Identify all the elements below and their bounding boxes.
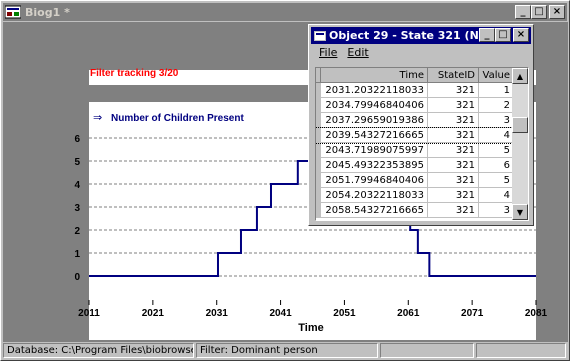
menu-edit-label: Edit <box>347 46 369 59</box>
scroll-up-icon[interactable]: ▲ <box>512 68 528 84</box>
close-button[interactable]: × <box>549 5 565 19</box>
object-close-button[interactable]: × <box>513 28 529 42</box>
cell-time[interactable]: 2054.20322118033 <box>320 187 428 203</box>
cell-stateid[interactable]: 321 <box>427 127 479 143</box>
series-title: Number of Children Present <box>111 113 244 124</box>
x-tick-label: 2021 <box>142 308 165 319</box>
x-tick-label: 2061 <box>397 308 420 319</box>
y-axis-ticks: 0 1 2 3 4 5 6 <box>74 134 80 283</box>
cell-time[interactable]: 2031.20322118033 <box>320 82 428 98</box>
object-minimize-button[interactable]: _ <box>479 28 495 42</box>
object-window-icon <box>314 30 326 41</box>
table-row[interactable]: 2037.29659019386 321 3 <box>316 112 514 128</box>
y-tick-label: 2 <box>74 226 80 237</box>
table-row[interactable]: 2054.20322118033 321 4 <box>316 187 514 203</box>
object-menubar: File Edit <box>311 46 369 62</box>
table-row[interactable]: 2039.54327216665 321 4 <box>316 126 515 144</box>
status-database: Database: C:\Program Files\biobrowse\ <box>3 343 194 358</box>
column-header-stateid[interactable]: StateID <box>427 68 479 83</box>
close-icon: × <box>516 29 526 40</box>
cell-value[interactable]: 4 <box>478 187 514 203</box>
cell-time[interactable]: 2037.29659019386 <box>320 112 428 128</box>
cell-value[interactable]: 3 <box>478 112 514 128</box>
cell-stateid[interactable]: 321 <box>427 202 479 218</box>
cell-stateid[interactable]: 321 <box>427 172 479 188</box>
cell-time[interactable]: 2051.79946840406 <box>320 172 428 188</box>
y-tick-label: 4 <box>74 180 80 191</box>
cell-time[interactable]: 2039.54327216665 <box>320 127 428 143</box>
table-row[interactable]: 2031.20322118033 321 1 <box>316 82 514 98</box>
cell-stateid[interactable]: 321 <box>427 187 479 203</box>
cell-value[interactable]: 3 <box>478 202 514 218</box>
status-filter: Filter: Dominant person <box>196 343 378 358</box>
x-axis-label: Time <box>298 322 323 334</box>
cell-value[interactable]: 1 <box>478 82 514 98</box>
cell-stateid[interactable]: 321 <box>427 82 479 98</box>
column-header-value[interactable]: Value <box>478 68 514 83</box>
main-window-title: Biog1 * <box>25 5 70 19</box>
cell-value[interactable]: 4 <box>478 127 514 143</box>
y-tick-label: 1 <box>74 249 80 260</box>
series-arrow-icon: ⇒ <box>93 111 102 124</box>
grid-header-row: Time StateID Value <box>316 68 514 83</box>
table-row[interactable]: 2058.54327216665 321 3 <box>316 202 514 218</box>
status-cell-4 <box>476 343 566 358</box>
table-row[interactable]: 2051.79946840406 321 5 <box>316 172 514 188</box>
main-titlebar[interactable]: Biog1 * _ □ × <box>3 3 567 21</box>
scroll-down-icon[interactable]: ▼ <box>512 204 528 220</box>
cell-stateid[interactable]: 321 <box>427 97 479 113</box>
x-tick-label: 2051 <box>333 308 356 319</box>
status-bar: Database: C:\Program Files\biobrowse\ Fi… <box>3 343 568 359</box>
column-header-time[interactable]: Time <box>320 68 428 83</box>
cell-time[interactable]: 2058.54327216665 <box>320 202 428 218</box>
menu-edit[interactable]: Edit <box>347 46 368 62</box>
cell-value[interactable]: 5 <box>478 142 514 158</box>
status-cell-3 <box>380 343 474 358</box>
grid-vertical-scrollbar[interactable]: ▲ ▼ <box>512 68 528 220</box>
cell-stateid[interactable]: 321 <box>427 142 479 158</box>
maximize-button[interactable]: □ <box>531 5 547 19</box>
y-tick-label: 0 <box>74 272 80 283</box>
cell-time[interactable]: 2043.71989075997 <box>320 142 428 158</box>
main-window: Biog1 * _ □ × Filter tracking 3/20 ⇒ Num… <box>0 0 570 361</box>
y-tick-label: 3 <box>74 203 80 214</box>
object-window-title: Object 29 - State 321 (N... <box>329 29 492 42</box>
minimize-icon: _ <box>520 6 526 17</box>
x-tick-label: 2011 <box>78 308 100 319</box>
minimize-icon: _ <box>484 29 490 40</box>
menu-file[interactable]: File <box>319 46 337 62</box>
cell-value[interactable]: 2 <box>478 97 514 113</box>
object-window[interactable]: Object 29 - State 321 (N... _ □ × File E… <box>308 24 534 226</box>
minimize-button[interactable]: _ <box>515 5 531 19</box>
cell-value[interactable]: 5 <box>478 172 514 188</box>
x-tick-label: 2081 <box>525 308 548 319</box>
cell-stateid[interactable]: 321 <box>427 112 479 128</box>
maximize-icon: □ <box>498 29 508 40</box>
x-axis-ticks: 2011 2021 2031 2041 2051 2061 2071 2081 <box>78 300 548 319</box>
table-row[interactable]: 2043.71989075997 321 5 <box>316 142 514 158</box>
filter-tracking-label: Filter tracking 3/20 <box>90 68 179 79</box>
cell-time[interactable]: 2045.49322353895 <box>320 157 428 173</box>
x-tick-label: 2071 <box>461 308 484 319</box>
x-tick-label: 2031 <box>206 308 229 319</box>
close-icon: × <box>552 6 562 17</box>
y-tick-label: 6 <box>74 134 80 145</box>
data-grid[interactable]: Time StateID Value 2031.20322118033 321 1 2… <box>315 67 529 221</box>
cell-value[interactable]: 6 <box>478 157 514 173</box>
object-window-titlebar[interactable]: Object 29 - State 321 (N... _ □ × <box>311 27 531 44</box>
cell-stateid[interactable]: 321 <box>427 157 479 173</box>
y-tick-label: 5 <box>74 157 80 168</box>
table-row[interactable]: 2045.49322353895 321 6 <box>316 157 514 173</box>
menu-file-label: File <box>319 46 338 59</box>
maximize-icon: □ <box>534 6 544 17</box>
x-tick-label: 2041 <box>269 308 292 319</box>
object-maximize-button[interactable]: □ <box>495 28 511 42</box>
table-row[interactable]: 2034.79946840406 321 2 <box>316 97 514 113</box>
cell-time[interactable]: 2034.79946840406 <box>320 97 428 113</box>
scroll-thumb[interactable] <box>512 117 528 133</box>
app-icon <box>5 5 21 19</box>
